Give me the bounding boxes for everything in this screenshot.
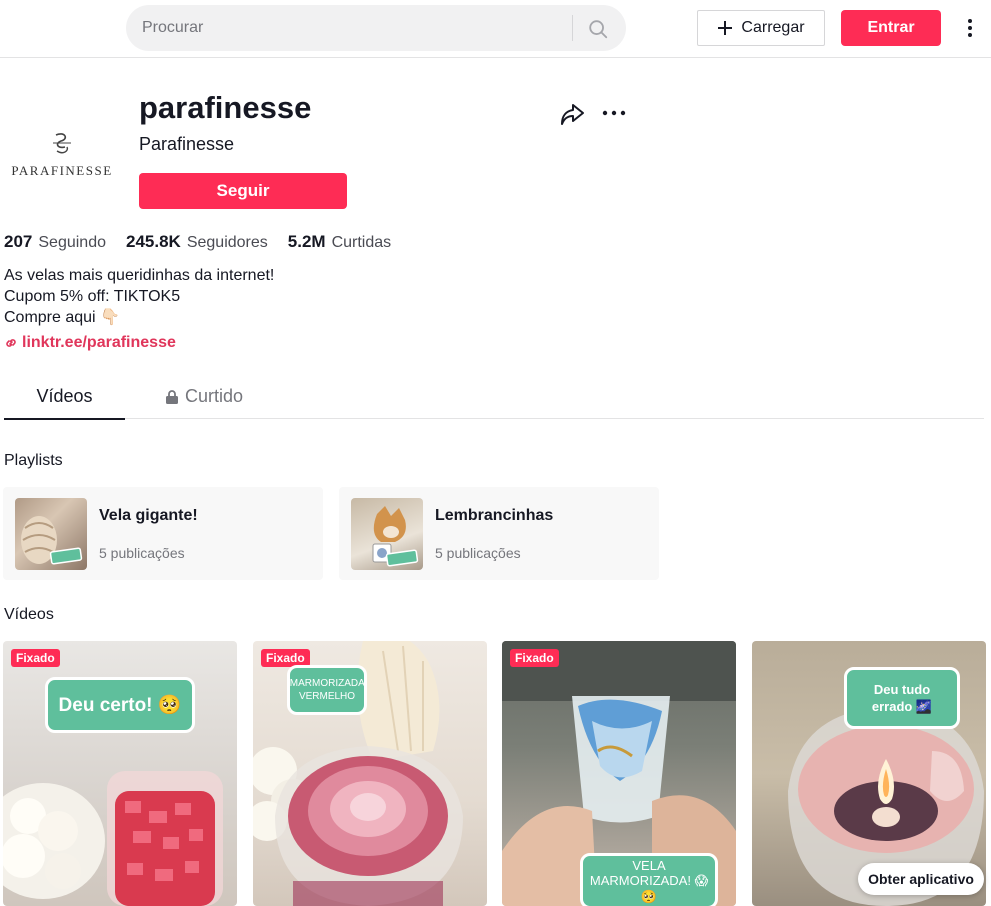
more-horizontal-icon[interactable] xyxy=(601,100,627,126)
bio-line: Cupom 5% off: TIKTOK5 xyxy=(4,288,181,305)
video-caption-bubble: Deu tudo errado 🌌 xyxy=(844,667,960,729)
video-caption-bubble: VELA MARMORIZADA! 😱🥺 xyxy=(580,853,718,906)
playlist-title: Vela gigante! xyxy=(99,507,198,524)
bio-line: Compre aqui 👇🏻 xyxy=(4,309,120,326)
profile-bio: As velas mais queridinhas da internet! C… xyxy=(4,265,274,328)
pinned-badge: Fixado xyxy=(11,649,60,667)
top-bar: Carregar Entrar xyxy=(0,0,991,58)
plus-icon xyxy=(718,21,733,35)
avatar-brand-text: PARAFINESSE xyxy=(11,163,113,178)
tab-videos[interactable]: Vídeos xyxy=(4,374,125,420)
pinned-badge: Fixado xyxy=(510,649,559,667)
avatar: PARAFINESSE xyxy=(4,96,120,212)
follow-button[interactable]: Seguir xyxy=(139,173,347,209)
profile-link[interactable]: linktr.ee/parafinesse xyxy=(4,334,176,352)
stat-followers[interactable]: 245.8K Seguidores xyxy=(126,232,268,252)
playlist-count: 5 publicações xyxy=(99,545,185,561)
video-card[interactable]: Fixado VELA MARMORIZADA! 😱🥺 xyxy=(502,641,736,906)
lock-icon xyxy=(165,389,178,404)
search-bar xyxy=(126,5,626,51)
tab-liked[interactable]: Curtido xyxy=(154,374,254,419)
stat-likes: 5.2M Curtidas xyxy=(287,232,392,251)
profile-link-text: linktr.ee/parafinesse xyxy=(22,334,176,351)
videos-heading: Vídeos xyxy=(4,606,54,623)
playlist-card[interactable]: Lembrancinhas 5 publicações xyxy=(339,487,659,580)
video-card[interactable]: Fixado MARMORIZADA VERMELHO xyxy=(253,641,487,906)
playlist-thumbnail xyxy=(15,498,87,570)
playlist-count: 5 publicações xyxy=(435,545,521,561)
profile-tabs: Vídeos Curtido xyxy=(4,374,984,420)
upload-button[interactable]: Carregar xyxy=(697,10,825,46)
link-icon xyxy=(6,339,16,347)
get-app-button[interactable]: Obter aplicativo xyxy=(858,863,984,895)
search-divider xyxy=(572,15,573,41)
tab-underline xyxy=(4,418,125,420)
video-caption-bubble: MARMORIZADA VERMELHO xyxy=(287,665,367,715)
brand-logo-icon xyxy=(53,133,71,154)
profile-nickname: Parafinesse xyxy=(139,134,235,154)
playlist-title: Lembrancinhas xyxy=(435,507,554,524)
profile-username: parafinesse xyxy=(139,90,312,125)
upload-label: Carregar xyxy=(741,19,805,36)
search-input[interactable] xyxy=(142,5,562,51)
profile-stats: 207 Seguindo 245.8K Seguidores 5.2M Curtida… xyxy=(4,232,391,252)
playlists-heading: Playlists xyxy=(4,452,63,469)
video-card[interactable]: Fixado Deu certo! 🥺 xyxy=(3,641,237,906)
search-button[interactable] xyxy=(584,15,612,43)
video-caption-bubble: Deu certo! 🥺 xyxy=(45,677,195,733)
login-button[interactable]: Entrar xyxy=(841,10,941,46)
bio-line: As velas mais queridinhas da internet! xyxy=(4,267,275,284)
playlist-thumbnail xyxy=(351,498,423,570)
playlist-card[interactable]: Vela gigante! 5 publicações xyxy=(3,487,323,580)
more-vertical-icon[interactable] xyxy=(960,14,980,42)
search-icon xyxy=(589,20,608,39)
stat-following[interactable]: 207 Seguindo xyxy=(4,232,106,252)
share-icon[interactable] xyxy=(558,100,586,128)
